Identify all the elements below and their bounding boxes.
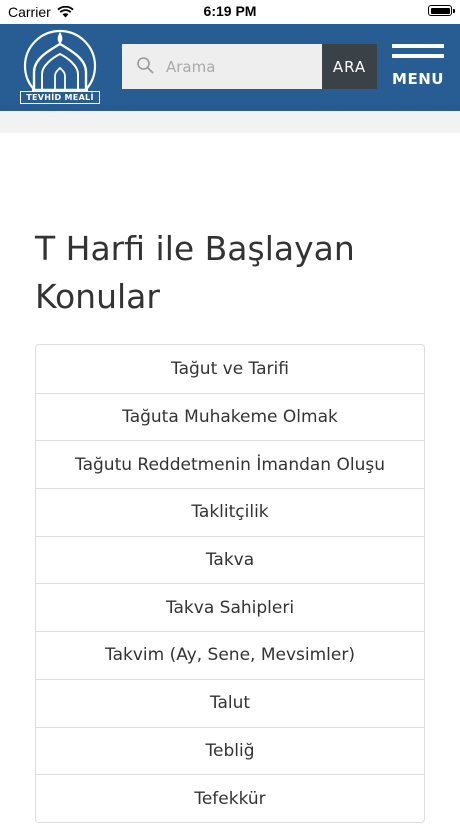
hamburger-bar [392, 44, 444, 48]
topic-item[interactable]: Takva Sahipleri [36, 583, 424, 631]
topic-item[interactable]: Tefekkür [36, 774, 424, 822]
topic-item[interactable]: Takva [36, 535, 424, 584]
status-right [428, 5, 455, 16]
content-card: T Harfi ile Başlayan Konular Tağut ve Ta… [0, 133, 460, 833]
topic-item[interactable]: Tağut ve Tarifi [36, 345, 424, 393]
topic-item[interactable]: Talut [36, 678, 424, 727]
menu-label: MENU [392, 70, 444, 88]
page-title: T Harfi ile Başlayan Konular [35, 229, 355, 316]
topic-item[interactable]: Tağuta Muhakeme Olmak [36, 392, 424, 441]
search-button[interactable]: ARA [322, 44, 377, 89]
search-box [122, 44, 322, 89]
status-time: 6:19 PM [203, 3, 257, 19]
search-icon [137, 57, 154, 74]
search-input[interactable] [166, 44, 316, 89]
app-header: TEVHİD MEALİ ARA MENU [0, 24, 460, 111]
topic-list: Tağut ve Tarifi Tağuta Muhakeme Olmak Ta… [35, 344, 425, 823]
topic-item[interactable]: Taklitçilik [36, 488, 424, 536]
topic-item[interactable]: Tebliğ [36, 726, 424, 775]
battery-icon [428, 5, 455, 16]
hamburger-bar [392, 54, 444, 58]
topic-item[interactable]: Takvim (Ay, Sene, Mevsimler) [36, 631, 424, 679]
menu-button[interactable]: MENU [392, 44, 444, 96]
logo-text: TEVHİD MEALİ [20, 91, 100, 104]
topic-item[interactable]: Tağutu Reddetmenin İmandan Oluşu [36, 440, 424, 488]
status-bar: Carrier 6:19 PM [0, 0, 460, 24]
